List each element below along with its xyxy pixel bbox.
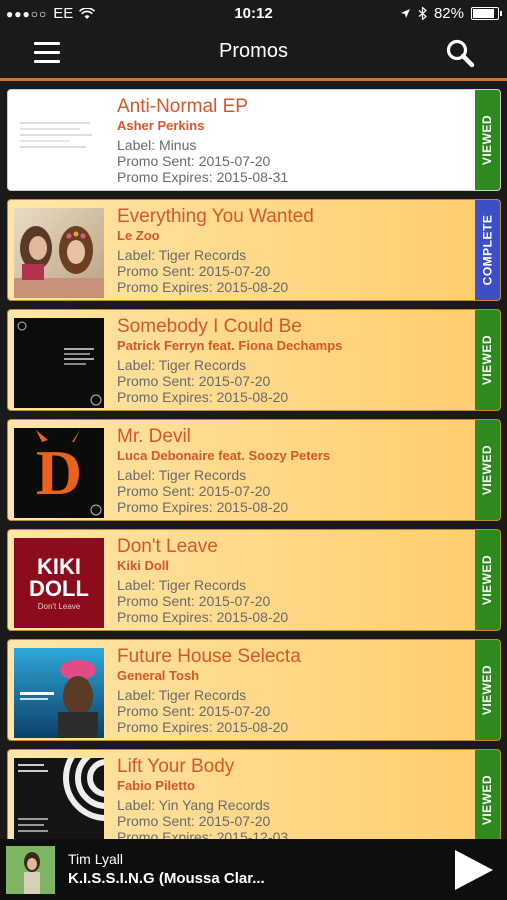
- status-badge: VIEWED: [475, 530, 500, 630]
- album-art: D: [14, 428, 104, 518]
- promo-artist: Kiki Doll: [117, 558, 170, 573]
- promo-expires: Promo Expires: 2015-08-20: [117, 279, 289, 295]
- status-badge: VIEWED: [475, 750, 500, 839]
- search-button[interactable]: [445, 38, 475, 68]
- album-art-text: DOLL: [29, 576, 89, 601]
- promo-title: Anti-Normal EP: [117, 96, 248, 117]
- status-badge: VIEWED: [475, 90, 500, 190]
- promo-artist: General Tosh: [117, 668, 200, 683]
- promo-expires: Promo Expires: 2015-08-20: [117, 389, 289, 405]
- promo-label: Label: Minus: [117, 137, 197, 153]
- album-art: [14, 758, 104, 839]
- promo-card[interactable]: KIKI DOLL Don't Leave Don't Leave Kiki D…: [7, 529, 501, 631]
- promo-expires: Promo Expires: 2015-12-03: [117, 829, 289, 839]
- promo-title: Mr. Devil: [117, 426, 191, 447]
- promo-sent: Promo Sent: 2015-07-20: [117, 483, 271, 499]
- page-title: Promos: [219, 40, 288, 62]
- status-bar: ●●●○○ EE 10:12 82%: [0, 0, 507, 28]
- promo-expires: Promo Expires: 2015-08-31: [117, 169, 289, 185]
- promo-artist: Patrick Ferryn feat. Fiona Dechamps: [117, 338, 343, 353]
- promo-title: Lift Your Body: [117, 756, 235, 777]
- promo-title: Don't Leave: [117, 536, 218, 557]
- promo-title: Everything You Wanted: [117, 206, 314, 227]
- promo-artist: Luca Debonaire feat. Soozy Peters: [117, 448, 331, 463]
- album-art: [14, 648, 104, 738]
- promo-card[interactable]: Future House Selecta General Tosh Label:…: [7, 639, 501, 741]
- album-art: [14, 98, 104, 188]
- promo-expires: Promo Expires: 2015-08-20: [117, 609, 289, 625]
- location-arrow-icon: [400, 9, 410, 18]
- promo-label: Label: Tiger Records: [117, 687, 247, 703]
- promo-artist: Asher Perkins: [117, 118, 205, 133]
- promo-card[interactable]: Everything You Wanted Le Zoo Label: Tige…: [7, 199, 501, 301]
- promo-sent: Promo Sent: 2015-07-20: [117, 373, 271, 389]
- battery-icon: [471, 7, 502, 20]
- album-art-text: Don't Leave: [37, 602, 81, 611]
- promo-sent: Promo Sent: 2015-07-20: [117, 153, 271, 169]
- album-art: [14, 208, 104, 298]
- nav-bar: Promos: [0, 28, 507, 81]
- bluetooth-icon: [418, 7, 427, 20]
- promo-label: Label: Tiger Records: [117, 577, 247, 593]
- promo-title: Future House Selecta: [117, 646, 301, 667]
- promo-card[interactable]: Anti-Normal EP Asher Perkins Label: Minu…: [7, 89, 501, 191]
- promo-sent: Promo Sent: 2015-07-20: [117, 813, 271, 829]
- promo-artist: Fabio Piletto: [117, 778, 195, 793]
- status-badge: VIEWED: [475, 640, 500, 740]
- now-playing-art: [6, 846, 55, 894]
- album-art-text: KIKI: [37, 554, 81, 579]
- play-icon: [455, 850, 493, 890]
- promo-label: Label: Tiger Records: [117, 357, 247, 373]
- album-art: KIKI DOLL Don't Leave: [14, 538, 104, 628]
- status-badge: VIEWED: [475, 420, 500, 520]
- promo-sent: Promo Sent: 2015-07-20: [117, 703, 271, 719]
- promo-list[interactable]: Anti-Normal EP Asher Perkins Label: Minu…: [0, 81, 507, 839]
- mini-player[interactable]: Tim Lyall K.I.S.S.I.N.G (Moussa Clar...: [0, 839, 507, 900]
- play-button[interactable]: [451, 848, 495, 892]
- promo-card[interactable]: D Mr. Devil Luca Debonaire feat. Soozy P…: [7, 419, 501, 521]
- promo-sent: Promo Sent: 2015-07-20: [117, 593, 271, 609]
- battery-percent: 82%: [433, 5, 464, 22]
- promo-expires: Promo Expires: 2015-08-20: [117, 499, 289, 515]
- promo-sent: Promo Sent: 2015-07-20: [117, 263, 271, 279]
- promo-label: Label: Tiger Records: [117, 467, 247, 483]
- promo-title: Somebody I Could Be: [117, 316, 302, 337]
- promo-label: Label: Tiger Records: [117, 247, 247, 263]
- status-badge: COMPLETE: [475, 200, 500, 300]
- promo-card[interactable]: Somebody I Could Be Patrick Ferryn feat.…: [7, 309, 501, 411]
- now-playing-artist: Tim Lyall: [68, 851, 123, 867]
- album-art: [14, 318, 104, 408]
- search-icon: [446, 39, 475, 68]
- promo-expires: Promo Expires: 2015-08-20: [117, 719, 289, 735]
- promo-artist: Le Zoo: [117, 228, 160, 243]
- promo-card[interactable]: Lift Your Body Fabio Piletto Label: Yin …: [7, 749, 501, 839]
- status-badge: VIEWED: [475, 310, 500, 410]
- promo-label: Label: Yin Yang Records: [117, 797, 270, 813]
- now-playing-track: K.I.S.S.I.N.G (Moussa Clar...: [68, 870, 265, 887]
